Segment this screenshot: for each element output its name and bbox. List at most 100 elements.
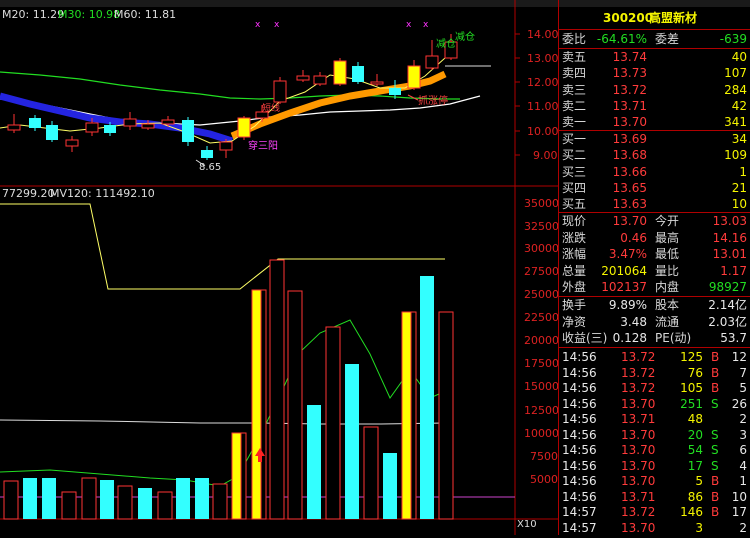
bid-price: 13.63 [612, 197, 647, 212]
ma20-label: M20: 11.29 [2, 8, 64, 21]
tick-count: 6 [739, 443, 747, 457]
volume-bar [307, 405, 321, 519]
ask-volume: 341 [724, 115, 747, 130]
bid-volume: 109 [724, 148, 747, 163]
x-marker: x [406, 20, 412, 30]
stats-value: 9.89% [608, 298, 647, 312]
tick-row[interactable]: 14:56 13.70 251 S 26 [559, 396, 750, 413]
tick-row[interactable]: 14:57 13.72 146 B 17 [559, 504, 750, 521]
tick-row[interactable]: 14:56 13.70 17 S 4 [559, 458, 750, 475]
bid-label: 买二 [562, 148, 587, 163]
ask-price: 13.71 [612, 98, 647, 113]
candle-body [237, 117, 251, 138]
volume-bar-edge [410, 311, 417, 520]
price-tick-label: 12.00 [527, 76, 558, 89]
volume-tick-label: 30000 [524, 242, 558, 255]
price-tick-label: 10.00 [527, 125, 558, 138]
quote-row: 总量 201064 量比 1.17 [559, 263, 750, 280]
volume-axis: 35000 32500 30000 27500 25000 22500 2000… [517, 197, 559, 530]
volume-bar [420, 276, 434, 519]
quote-row: 外盘 102137 内盘 98927 [559, 279, 750, 296]
candle-body [201, 150, 213, 158]
tick-row[interactable]: 14:56 13.71 86 B 10 [559, 489, 750, 506]
volume-tick-label: 22500 [524, 311, 558, 324]
tick-direction: B [711, 505, 720, 519]
price-tick-label: 14.00 [527, 28, 558, 41]
ask-price: 13.74 [612, 50, 647, 64]
tick-volume: 251 [680, 396, 703, 411]
candle-body [219, 141, 233, 151]
volume-tick-label: 15000 [524, 380, 558, 393]
tick-time: 14:57 [562, 505, 597, 519]
quote-row: 涨幅 3.47% 最低 13.01 [559, 246, 750, 263]
volume-bar [212, 483, 228, 520]
bid-row: 买二 13.68 109 [559, 147, 750, 164]
chart-area[interactable]: M20: 11.29 M30: 10.98 M60: 11.81 77299.2… [0, 0, 559, 535]
quote-value: 13.01 [712, 247, 747, 261]
volume-tick-label: 7500 [530, 450, 558, 463]
stats-label: PE(动) [655, 331, 692, 345]
commission-ratio-label: 委比 [562, 32, 587, 46]
tick-row[interactable]: 14:56 13.71 48 2 [559, 411, 750, 428]
kline-volume-chart[interactable]: M20: 11.29 M30: 10.98 M60: 11.81 77299.2… [0, 0, 559, 535]
bid-price: 13.66 [612, 164, 647, 179]
tick-volume: 20 [687, 427, 703, 442]
tick-count: 2 [739, 520, 747, 535]
tick-row[interactable]: 14:56 13.72 76 B 7 [559, 365, 750, 382]
ask-price: 13.70 [612, 115, 647, 130]
ask-label: 卖四 [562, 66, 587, 81]
quote-value: 13.03 [712, 214, 747, 228]
quote-value: 98927 [708, 280, 747, 294]
ask-price: 13.72 [612, 82, 647, 97]
price-tick-label: 11.00 [527, 100, 558, 113]
tick-direction: B [711, 350, 720, 364]
tick-row[interactable]: 14:57 13.70 3 2 [559, 520, 750, 537]
volume-bar [61, 491, 77, 520]
tick-count: 10 [731, 489, 747, 504]
ask-row: 卖三 13.72 284 [559, 82, 750, 99]
candle-body [141, 123, 155, 129]
tick-volume: 146 [680, 505, 703, 519]
stock-code: 300200 [603, 11, 654, 25]
stats-value: 2.14亿 [708, 298, 747, 312]
volume-bar-edge [240, 432, 247, 520]
ask-label: 卖三 [562, 82, 587, 97]
tick-time: 14:56 [562, 350, 597, 364]
stats-value: 2.03亿 [708, 314, 747, 329]
tick-time: 14:56 [562, 396, 597, 411]
tick-row[interactable]: 14:56 13.70 54 S 6 [559, 442, 750, 459]
bid-volume: 34 [731, 132, 747, 146]
quote-label: 涨跌 [562, 230, 587, 245]
x-marker: x [274, 20, 280, 30]
tick-count: 1 [739, 474, 747, 488]
volume-bar [157, 491, 173, 520]
bid-row: 买五 13.63 10 [559, 196, 750, 213]
volume-tick-label: 35000 [524, 197, 558, 210]
volume-tick-label: 17500 [524, 357, 558, 370]
bid-row: 买四 13.65 21 [559, 180, 750, 197]
tick-row[interactable]: 14:56 13.70 20 S 3 [559, 427, 750, 444]
quote-value: 102137 [601, 280, 647, 294]
volume-bar [100, 480, 114, 519]
ma30-label: M30: 10.98 [58, 8, 120, 21]
stats-row: 净资 3.48 流通 2.03亿 [559, 314, 750, 331]
volume-bar [287, 290, 303, 520]
commission-ratio: -64.61% [596, 32, 647, 46]
tick-count: 2 [739, 412, 747, 426]
mv-long-line [0, 419, 446, 425]
tick-row[interactable]: 14:56 13.72 105 B 5 [559, 380, 750, 397]
volume-bar [42, 478, 56, 519]
tick-count: 4 [739, 458, 747, 473]
quote-row: 现价 13.70 今开 13.03 [559, 213, 750, 230]
tick-row[interactable]: 14:56 13.70 5 B 1 [559, 473, 750, 490]
tick-direction: S [711, 443, 719, 457]
volume-tick-label: 27500 [524, 265, 558, 278]
price-axis: 14.00 13.00 12.00 11.00 10.00 9.00 [515, 28, 559, 162]
quote-label: 今开 [655, 214, 680, 228]
quote-value: 201064 [601, 263, 647, 278]
volume-tick-label: 5000 [530, 473, 558, 486]
tick-row[interactable]: 14:56 13.72 125 B 12 [559, 349, 750, 366]
ask-label: 卖二 [562, 98, 587, 113]
quote-value: 13.70 [612, 214, 647, 228]
candle-body [123, 118, 137, 127]
